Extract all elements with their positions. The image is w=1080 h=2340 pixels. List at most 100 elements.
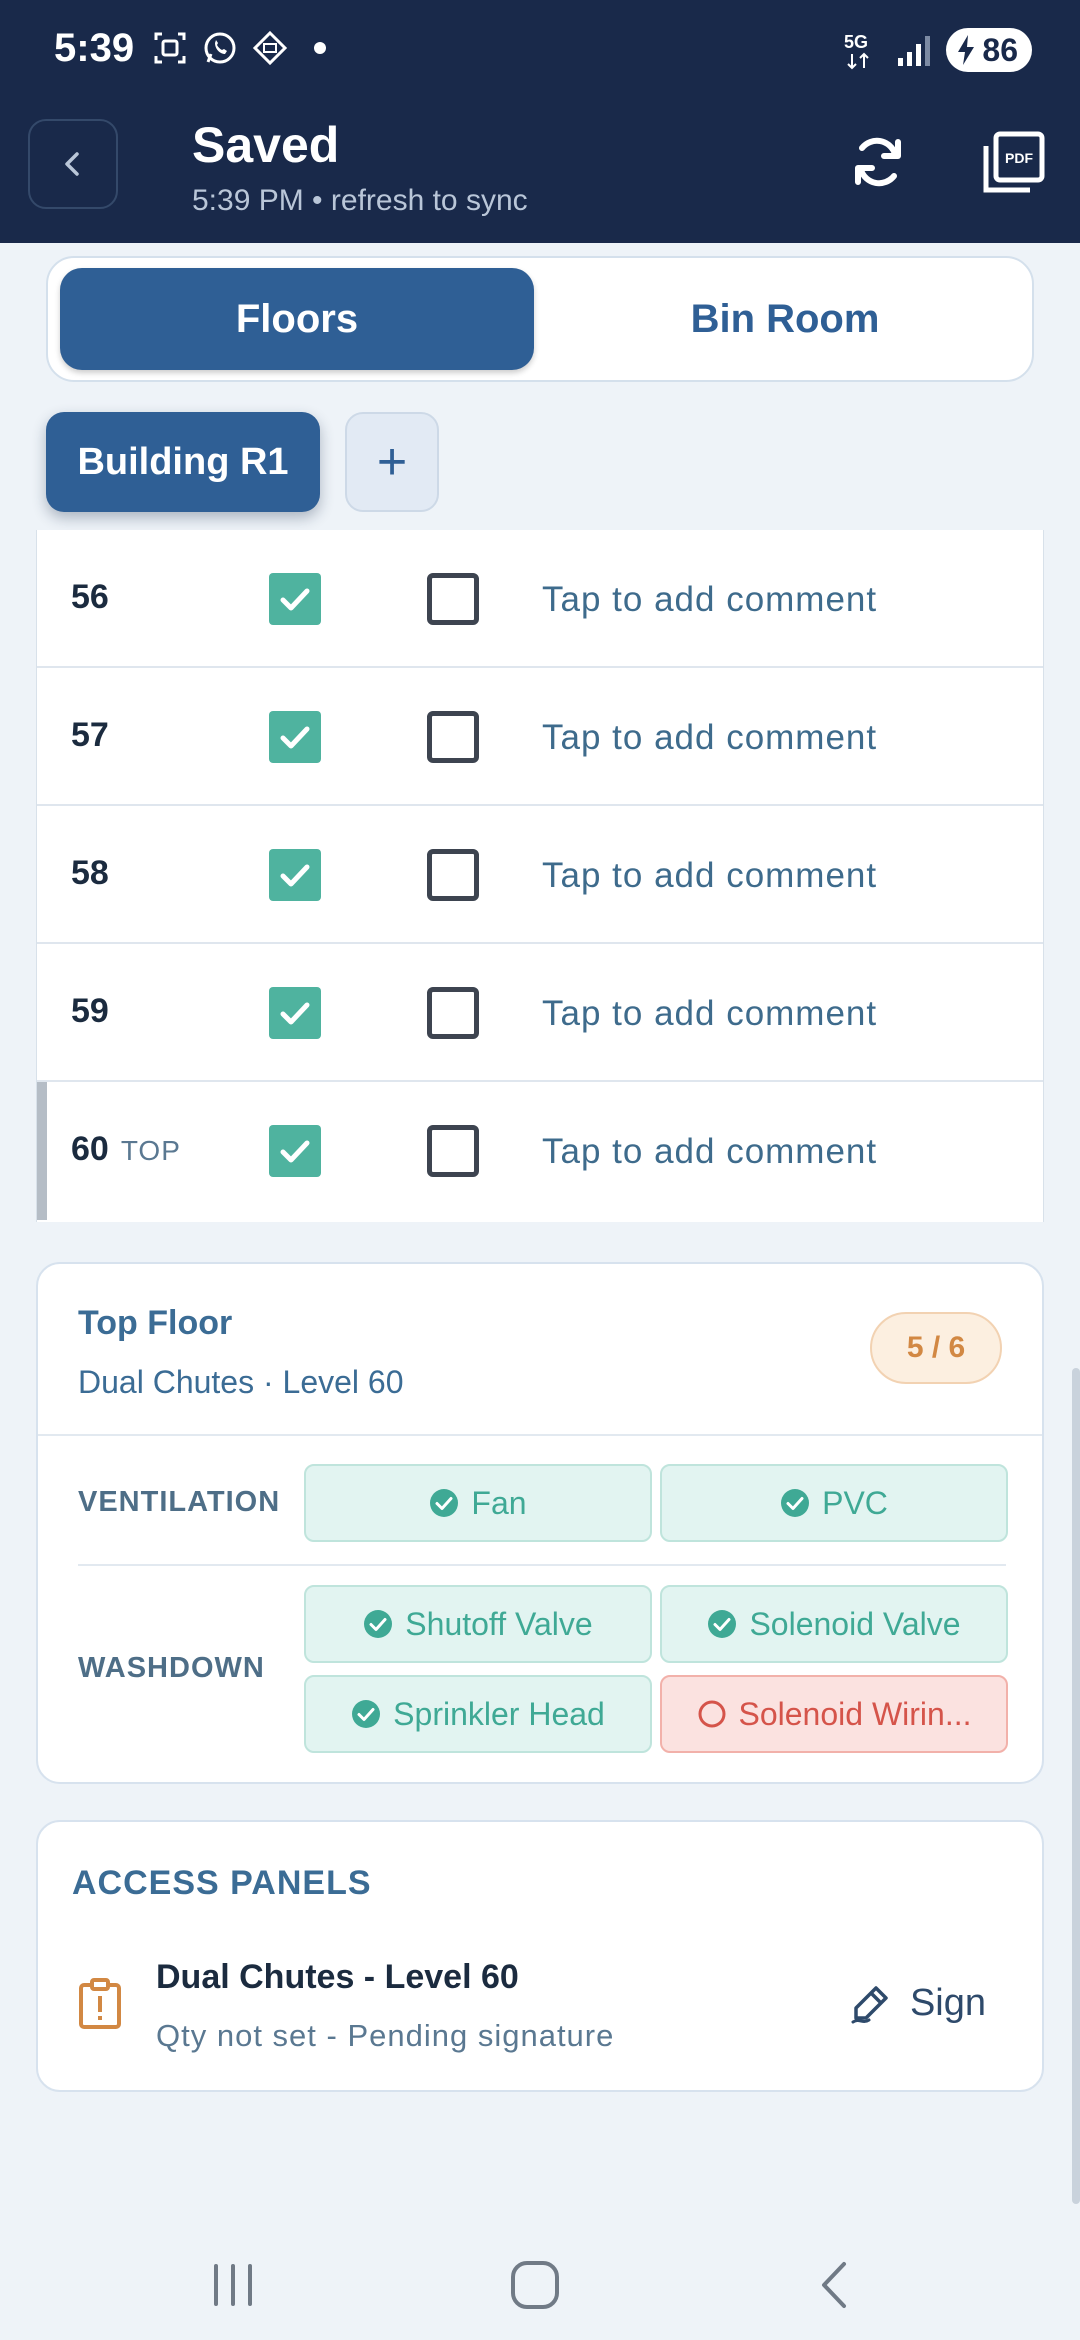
home-button[interactable] [500,2250,570,2320]
top-floor-marker [37,1082,47,1220]
top-floor-card: Top Floor Dual Chutes · Level 60 5 / 6 V… [36,1262,1044,1784]
table-row-top-floor: 60 TOP Tap to add comment [37,1082,1043,1220]
comment-field[interactable]: Tap to add comment [542,580,877,620]
check-icon [280,1140,310,1163]
checkbox-checked[interactable] [269,711,321,763]
pdf-icon-label: PDF [1005,150,1033,166]
back-icon [65,152,79,176]
table-row: 58 Tap to add comment [37,806,1043,944]
pdf-export-button[interactable]: PDF [980,130,1046,196]
checkbox-unchecked[interactable] [427,573,479,625]
status-time: 5:39 [54,26,135,70]
clipboard-alert-icon [79,1978,121,2029]
item-label: Shutoff Valve [405,1605,593,1642]
signal-icon [898,36,931,66]
sign-label: Sign [909,1982,986,2024]
divider [38,1434,1042,1436]
scrollbar[interactable] [1072,1368,1080,2204]
item-shutoff-valve[interactable]: Shutoff Valve [304,1585,652,1663]
check-icon [280,588,310,611]
item-label: Fan [471,1484,527,1521]
checkbox-checked[interactable] [269,1125,321,1177]
recent-apps-button[interactable] [198,2250,268,2320]
charging-icon [958,35,975,65]
checkbox-checked[interactable] [269,987,321,1039]
item-pvc[interactable]: PVC [660,1464,1008,1542]
battery-level: 86 [982,31,1018,68]
item-solenoid-valve[interactable]: Solenoid Valve [660,1585,1008,1663]
sync-icon [855,137,901,187]
floor-number: 59 [71,992,109,1030]
table-row: 56 Tap to add comment [37,530,1043,668]
item-label: PVC [822,1484,888,1521]
status-bar: 5:39 5G 86 [0,0,1080,100]
sync-button[interactable] [848,132,908,192]
pdf-icon: PDF [983,131,1045,193]
checkbox-unchecked[interactable] [427,1125,479,1177]
network-icon: 5G [844,32,870,70]
comment-field[interactable]: Tap to add comment [542,718,877,758]
check-icon [280,726,310,749]
page-title: Saved [192,117,340,173]
item-label: Solenoid Wirin... [738,1695,972,1732]
washdown-label: WASHDOWN [78,1652,265,1684]
item-label: Sprinkler Head [393,1695,605,1732]
app-header: 5:39 5G 86 Saved 5:39 PM • refresh to sy… [0,0,1080,243]
item-sprinkler-head[interactable]: Sprinkler Head [304,1675,652,1753]
floor-table: 56 Tap to add comment 57 Tap to add comm… [36,530,1044,1222]
item-fan[interactable]: Fan [304,1464,652,1542]
tab-floors[interactable]: Floors [60,268,534,370]
app-icon [252,30,288,66]
whatsapp-icon [202,30,238,66]
checkbox-checked[interactable] [269,849,321,901]
status-icons [152,30,326,66]
screenshot-icon [152,30,188,66]
status-right: 5G 86 [844,28,1032,72]
item-solenoid-wiring[interactable]: Solenoid Wirin... [660,1675,1008,1753]
top-floor-subtitle: Dual Chutes · Level 60 [78,1364,404,1400]
floor-number: 60 TOP [71,1130,181,1168]
progress-badge: 5 / 6 [870,1312,1002,1384]
check-circle-icon [364,1610,393,1638]
item-label: Solenoid Valve [749,1605,961,1642]
check-circle-icon [430,1489,459,1517]
add-building-button[interactable]: + [345,412,439,512]
access-panel-status: Qty not set - Pending signature [156,2018,615,2053]
empty-circle-icon [698,1700,725,1728]
checkbox-unchecked[interactable] [427,711,479,763]
check-icon [280,864,310,887]
check-circle-icon [781,1489,810,1517]
building-chip-r1[interactable]: Building R1 [46,412,320,512]
section-divider [78,1564,1006,1566]
floor-number: 56 [71,578,109,616]
check-circle-icon [708,1610,737,1638]
table-row: 57 Tap to add comment [37,668,1043,806]
floor-number: 57 [71,716,109,754]
svg-text:5G: 5G [844,32,868,52]
back-button[interactable] [28,119,118,209]
view-tabs: Floors Bin Room [46,256,1034,382]
access-panel-name: Dual Chutes - Level 60 [156,1958,519,1996]
top-floor-title: Top Floor [78,1304,233,1342]
check-circle-icon [352,1700,381,1728]
checkbox-unchecked[interactable] [427,987,479,1039]
ventilation-label: VENTILATION [78,1486,281,1518]
check-icon [280,1002,310,1025]
comment-field[interactable]: Tap to add comment [542,856,877,896]
checkbox-checked[interactable] [269,573,321,625]
back-nav-button[interactable] [800,2250,870,2320]
tab-bin-room[interactable]: Bin Room [548,268,1022,370]
comment-field[interactable]: Tap to add comment [542,994,877,1034]
home-icon [511,2261,559,2309]
dot-icon [314,42,326,54]
sign-button[interactable]: Sign [850,1982,986,2025]
battery-indicator: 86 [946,28,1032,72]
floor-number: 58 [71,854,109,892]
access-panels-card: ACCESS PANELS Dual Chutes - Level 60 Qty… [36,1820,1044,2092]
access-panels-title: ACCESS PANELS [72,1864,372,1902]
recent-apps-icon [214,2264,252,2306]
comment-field[interactable]: Tap to add comment [542,1132,877,1172]
table-row: 59 Tap to add comment [37,944,1043,1082]
system-nav-bar [0,2210,1080,2340]
checkbox-unchecked[interactable] [427,849,479,901]
